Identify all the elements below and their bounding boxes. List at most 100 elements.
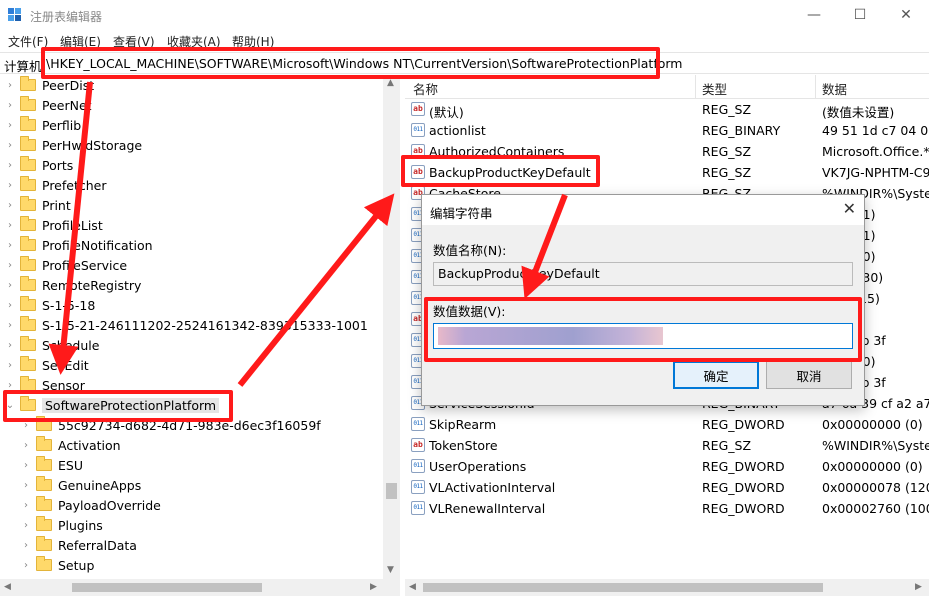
list-item[interactable]: ab AuthorizedContainers REG_SZ Microsoft.Of… [405, 141, 929, 162]
tree-item[interactable]: › Activation [20, 435, 121, 455]
tree-item[interactable]: › Ports [4, 155, 73, 175]
scroll-up-icon[interactable]: ▲ [387, 78, 394, 88]
scroll-right-icon[interactable]: ▶ [915, 582, 922, 592]
tree-item[interactable]: › ProfileList [4, 215, 103, 235]
chevron-right-icon[interactable]: › [4, 80, 16, 91]
chevron-right-icon[interactable]: › [4, 160, 16, 171]
menu-view[interactable]: 查看(V) [113, 33, 155, 50]
list-item[interactable]: 011 UserOperations REG_DWORD 0x00000000 (0) [405, 456, 929, 477]
chevron-right-icon[interactable]: › [4, 200, 16, 211]
tree-vertical-scrollbar[interactable]: ▲ ▼ [383, 75, 400, 579]
tree-item[interactable]: › S-1-5-18 [4, 295, 95, 315]
tree-item[interactable]: › ESU [20, 455, 83, 475]
list-item[interactable]: 011 VLActivationInterval REG_DWORD 0x000000… [405, 477, 929, 498]
tree-item[interactable]: › Schedule [4, 335, 99, 355]
tree-item-label: PeerDist [42, 77, 95, 93]
folder-icon [36, 456, 52, 471]
chevron-right-icon[interactable]: › [4, 320, 16, 331]
cell-data: (数值未设置) [822, 105, 895, 120]
chevron-right-icon[interactable]: › [4, 140, 16, 151]
ok-button[interactable]: 确定 [673, 361, 759, 389]
tree-item[interactable]: › PeerNet [4, 95, 92, 115]
tree-item[interactable]: › Print [4, 195, 71, 215]
chevron-right-icon[interactable]: › [4, 100, 16, 111]
tree-item[interactable]: ⌄ SoftwareProtectionPlatform [4, 395, 220, 415]
address-path[interactable]: \HKEY_LOCAL_MACHINE\SOFTWARE\Microsoft\W… [46, 56, 682, 71]
value-data-label: 数值数据(V): [433, 304, 506, 319]
tree-item[interactable]: › SecEdit [4, 355, 89, 375]
list-item[interactable]: ab BackupProductKeyDefault REG_SZ VK7JG-NPH… [405, 162, 929, 183]
tree-item[interactable]: › Perflib [4, 115, 81, 135]
chevron-right-icon[interactable]: › [20, 440, 32, 451]
value-data-input[interactable] [433, 323, 853, 349]
tree-horizontal-scrollbar[interactable]: ◀ ▶ [0, 579, 400, 596]
column-divider[interactable] [695, 75, 696, 99]
tree-item[interactable]: › Prefetcher [4, 175, 107, 195]
scroll-left-icon[interactable]: ◀ [4, 582, 11, 592]
chevron-right-icon[interactable]: › [20, 460, 32, 471]
menu-favorites[interactable]: 收藏夹(A) [167, 33, 221, 50]
tree-item[interactable]: › ProfileNotification [4, 235, 153, 255]
scroll-thumb[interactable] [386, 483, 397, 499]
menu-help[interactable]: 帮助(H) [232, 33, 274, 50]
cancel-button[interactable]: 取消 [766, 361, 852, 389]
scroll-left-icon[interactable]: ◀ [409, 582, 416, 592]
column-name-header[interactable]: 名称 [413, 79, 438, 98]
scroll-thumb[interactable] [423, 583, 823, 592]
tree-item[interactable]: › S-1-5-21-246111202-2524161342-839315333… [4, 315, 368, 335]
tree-item[interactable]: › ReferralData [20, 535, 137, 555]
menu-edit[interactable]: 编辑(E) [60, 33, 101, 50]
close-icon[interactable]: ✕ [843, 199, 856, 218]
chevron-right-icon[interactable]: › [4, 220, 16, 231]
cell-name: actionlist [429, 123, 486, 138]
tree-item[interactable]: › PayloadOverride [20, 495, 161, 515]
tree-item[interactable]: › ProfileService [4, 255, 127, 275]
close-icon[interactable]: ✕ [883, 0, 929, 30]
list-item[interactable]: 011 actionlist REG_BINARY 49 51 1d c7 04 00 [405, 120, 929, 141]
chevron-right-icon[interactable]: › [20, 560, 32, 571]
tree-item[interactable]: › PeerDist [4, 75, 94, 95]
chevron-right-icon[interactable]: › [4, 380, 16, 391]
chevron-right-icon[interactable]: › [20, 480, 32, 491]
tree-item[interactable]: › 55c92734-d682-4d71-983e-d6ec3f16059f [20, 415, 321, 435]
scroll-right-icon[interactable]: ▶ [370, 582, 377, 592]
scroll-down-icon[interactable]: ▼ [387, 565, 394, 575]
chevron-right-icon[interactable]: › [20, 420, 32, 431]
minimize-icon[interactable]: — [791, 0, 837, 30]
tree-item[interactable]: › Plugins [20, 515, 103, 535]
tree-item[interactable]: › Setup [20, 555, 94, 575]
tree-item[interactable]: › GenuineApps [20, 475, 141, 495]
chevron-right-icon[interactable]: › [20, 520, 32, 531]
maximize-icon[interactable]: ☐ [837, 0, 883, 30]
column-divider[interactable] [815, 75, 816, 99]
list-horizontal-scrollbar[interactable]: ◀ ▶ [405, 579, 929, 596]
list-item[interactable]: ab TokenStore REG_SZ %WINDIR%\Syste [405, 435, 929, 456]
chevron-right-icon[interactable]: › [20, 540, 32, 551]
list-item[interactable]: ab (默认) REG_SZ (数值未设置) [405, 99, 929, 120]
cell-data: VK7JG-NPHTM-C9 [822, 165, 929, 180]
chevron-right-icon[interactable]: › [4, 120, 16, 131]
cell-type: REG_DWORD [702, 459, 785, 474]
list-item[interactable]: 011 SkipRearm REG_DWORD 0x00000000 (0) [405, 414, 929, 435]
binary-value-icon: 011 [411, 123, 425, 137]
chevron-right-icon[interactable]: › [4, 280, 16, 291]
column-data-header[interactable]: 数据 [822, 79, 847, 98]
chevron-right-icon[interactable]: › [4, 300, 16, 311]
chevron-right-icon[interactable]: › [4, 360, 16, 371]
cell-data: 0x00000000 (0) [822, 417, 923, 432]
tree-item[interactable]: › RemoteRegistry [4, 275, 141, 295]
folder-icon [20, 236, 36, 251]
chevron-right-icon[interactable]: › [4, 340, 16, 351]
chevron-right-icon[interactable]: › [4, 260, 16, 271]
address-bar[interactable]: 计算机 \HKEY_LOCAL_MACHINE\SOFTWARE\Microso… [0, 52, 929, 74]
tree-item[interactable]: › PerHwIdStorage [4, 135, 142, 155]
scroll-thumb[interactable] [72, 583, 262, 592]
menu-file[interactable]: 文件(F) [8, 33, 48, 50]
chevron-right-icon[interactable]: › [4, 180, 16, 191]
tree-item[interactable]: › Sensor [4, 375, 85, 395]
column-type-header[interactable]: 类型 [702, 79, 727, 98]
list-item[interactable]: 011 VLRenewalInterval REG_DWORD 0x00002760 … [405, 498, 929, 519]
chevron-right-icon[interactable]: › [20, 500, 32, 511]
chevron-right-icon[interactable]: › [4, 240, 16, 251]
chevron-down-icon[interactable]: ⌄ [4, 400, 16, 411]
